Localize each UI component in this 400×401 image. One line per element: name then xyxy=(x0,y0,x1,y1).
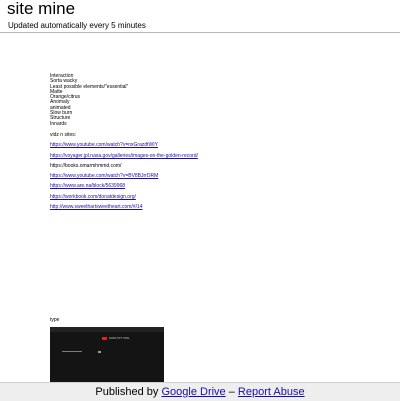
report-abuse-link[interactable]: Report Abuse xyxy=(238,386,305,398)
page-title: site mine xyxy=(7,0,76,18)
embed-brand-text: SOM OTT PFE xyxy=(109,336,130,340)
link-list-item: https://workbook.com/donatdesign.org/ xyxy=(50,194,198,200)
youtube-link[interactable]: https://www.youtube.com/watch?v=nxGrazdt… xyxy=(50,142,158,148)
embed-mark xyxy=(98,351,101,353)
footer: Published by Google Drive – Report Abuse xyxy=(0,382,400,401)
golden-record-link[interactable]: https://voyager.jpl.nasa.gov/galleries/i… xyxy=(50,153,198,159)
arena-link[interactable]: https://www.are.na/block/5639968 xyxy=(50,183,125,189)
page-body: Interaction Sorta wacky Least possible e… xyxy=(50,73,198,210)
link-list-item: http://www.sweethartsweetheart.com/#/14 xyxy=(50,204,198,210)
embed-caption-line: ▬▬▬▬▬▬▬▬▬▬ xyxy=(62,351,82,353)
published-by-text: Published by xyxy=(95,386,159,398)
links-heading: vidz n sites: xyxy=(50,131,77,138)
link-list-item: https://books.omarmhmmd.com/ xyxy=(50,162,198,169)
link-list-item: https://www.are.na/block/5639968 xyxy=(50,184,198,189)
sweetheart-link[interactable]: http://www.sweethartsweetheart.com/#/14 xyxy=(50,204,143,210)
link-list-item: https://voyager.jpl.nasa.gov/galleries/i… xyxy=(50,153,198,159)
embedded-image[interactable]: SOM OTT PFE ▬▬▬▬▬▬▬▬▬▬ xyxy=(50,327,164,382)
brand-logo-icon xyxy=(102,337,107,340)
books-url-text: https://books.omarmhmmd.com/ xyxy=(50,162,122,169)
google-drive-link[interactable]: Google Drive xyxy=(161,386,225,398)
link-list-item: https://www.youtube.com/watch?v=nxGrazdt… xyxy=(50,143,198,148)
type-label: type xyxy=(50,317,60,323)
youtube-link[interactable]: https://www.youtube.com/watch?v=BV8BJrrD… xyxy=(50,173,158,179)
footer-separator: – xyxy=(228,386,235,398)
site-header: site mine Updated automatically every 5 … xyxy=(0,0,400,33)
update-notice: Updated automatically every 5 minutes xyxy=(8,21,146,30)
workbook-link[interactable]: https://workbook.com/donatdesign.org/ xyxy=(50,194,136,200)
embed-top-bar xyxy=(50,327,164,332)
link-list-item: https://www.youtube.com/watch?v=BV8BJrrD… xyxy=(50,174,198,179)
topic-item: Innards xyxy=(50,120,67,127)
